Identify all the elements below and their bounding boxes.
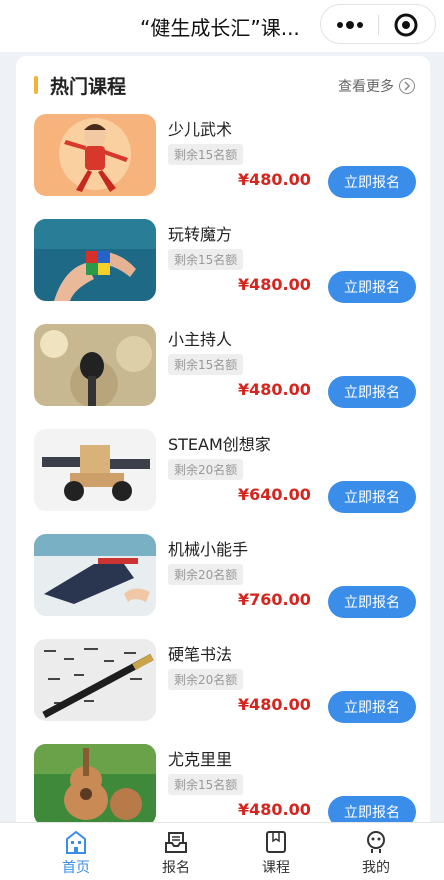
- chevron-right-icon: [399, 78, 415, 94]
- course-thumbnail: [34, 534, 156, 616]
- course-name: 小主持人: [168, 330, 233, 349]
- course-thumbnail: [34, 429, 156, 511]
- course-name: 少儿武术: [168, 120, 233, 139]
- tab-label: 我的: [362, 860, 390, 876]
- profile-robot-icon: [367, 831, 385, 853]
- tab-label: 课程: [262, 860, 290, 876]
- seats-remaining-badge: 剩余15名额: [168, 774, 244, 795]
- course-price: ¥480.00: [238, 800, 311, 819]
- bottom-tab-bar: 首页 报名 课程 我的: [0, 822, 444, 880]
- course-name: 硬笔书法: [168, 645, 233, 664]
- enroll-button[interactable]: 立即报名: [328, 586, 416, 618]
- home-building-icon: [66, 830, 86, 854]
- course-thumbnail: [34, 114, 156, 196]
- signup-tray-icon: [165, 832, 187, 853]
- course-item[interactable]: 玩转魔方 剩余15名额 ¥480.00 立即报名: [16, 219, 430, 309]
- enroll-button[interactable]: 立即报名: [328, 166, 416, 198]
- tab-signup[interactable]: 报名: [136, 829, 216, 879]
- enroll-button[interactable]: 立即报名: [328, 481, 416, 513]
- course-price: ¥640.00: [238, 485, 311, 504]
- course-price: ¥480.00: [238, 380, 311, 399]
- course-name: 机械小能手: [168, 540, 249, 559]
- course-thumbnail: [34, 639, 156, 721]
- seats-remaining-badge: 剩余20名额: [168, 669, 244, 690]
- course-thumbnail: [34, 219, 156, 301]
- capsule-divider: [378, 15, 379, 35]
- more-dots-icon[interactable]: [333, 13, 367, 37]
- enroll-button[interactable]: 立即报名: [328, 691, 416, 723]
- page-title: “健生成长汇”课...: [140, 16, 300, 40]
- seats-remaining-badge: 剩余20名额: [168, 564, 244, 585]
- section-accent-bar: [34, 76, 38, 94]
- course-price: ¥760.00: [238, 590, 311, 609]
- course-name: 玩转魔方: [168, 225, 233, 244]
- course-item[interactable]: 硬笔书法 剩余20名额 ¥480.00 立即报名: [16, 639, 430, 729]
- seats-remaining-badge: 剩余15名额: [168, 249, 244, 270]
- tab-label: 报名: [162, 860, 190, 876]
- tab-courses[interactable]: 课程: [236, 829, 316, 879]
- course-item[interactable]: 小主持人 剩余15名额 ¥480.00 立即报名: [16, 324, 430, 414]
- top-nav-bar: “健生成长汇”课...: [0, 0, 444, 52]
- tab-home[interactable]: 首页: [36, 829, 116, 879]
- enroll-button[interactable]: 立即报名: [328, 376, 416, 408]
- record-close-icon[interactable]: [391, 11, 421, 39]
- course-item[interactable]: 少儿武术 剩余15名额 ¥480.00 立即报名: [16, 114, 430, 204]
- course-item[interactable]: 尤克里里 剩余15名额 ¥480.00 立即报名: [16, 744, 430, 834]
- seats-remaining-badge: 剩余20名额: [168, 459, 244, 480]
- seats-remaining-badge: 剩余15名额: [168, 354, 244, 375]
- course-price: ¥480.00: [238, 275, 311, 294]
- course-item[interactable]: 机械小能手 剩余20名额 ¥760.00 立即报名: [16, 534, 430, 624]
- course-thumbnail: [34, 324, 156, 406]
- tab-label: 首页: [62, 860, 90, 876]
- course-price: ¥480.00: [238, 170, 311, 189]
- hot-courses-card: 热门课程 查看更多 少儿武术 剩余15名额 ¥480.00 立即报名 玩转魔方 …: [16, 56, 430, 836]
- course-price: ¥480.00: [238, 695, 311, 714]
- course-name: 尤克里里: [168, 750, 233, 769]
- see-more-label: 查看更多: [338, 79, 394, 95]
- course-thumbnail: [34, 744, 156, 826]
- enroll-button[interactable]: 立即报名: [328, 271, 416, 303]
- section-title: 热门课程: [50, 76, 127, 98]
- tab-profile[interactable]: 我的: [336, 829, 416, 879]
- app-page: “健生成长汇”课... 热门课程 查看更多 少儿武术 剩余15名额 ¥480.0…: [0, 0, 444, 880]
- course-name: STEAM创想家: [168, 435, 271, 454]
- see-more-link[interactable]: 查看更多: [338, 76, 415, 96]
- course-item[interactable]: STEAM创想家 剩余20名额 ¥640.00 立即报名: [16, 429, 430, 519]
- course-book-icon: [266, 831, 286, 853]
- section-header: 热门课程 查看更多: [16, 56, 430, 114]
- mini-program-capsule: [320, 4, 436, 44]
- seats-remaining-badge: 剩余15名额: [168, 144, 244, 165]
